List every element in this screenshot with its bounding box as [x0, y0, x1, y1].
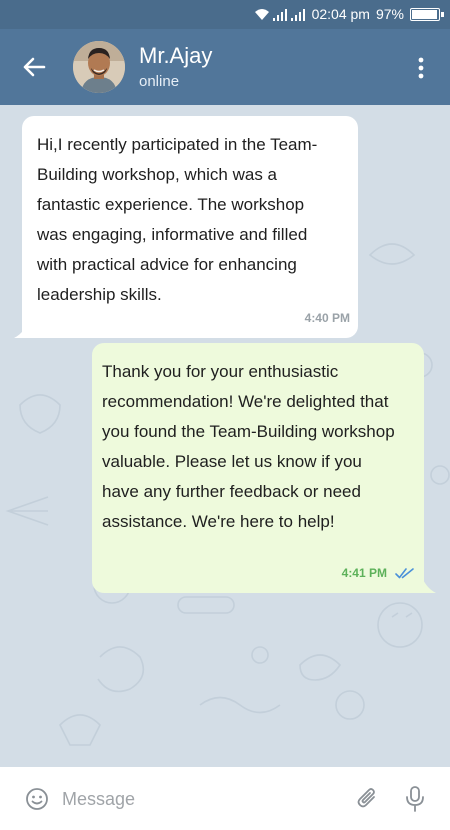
back-arrow-icon[interactable] — [20, 53, 48, 81]
attach-icon[interactable] — [354, 786, 380, 812]
contact-status: online — [139, 73, 180, 90]
emoji-icon[interactable] — [25, 787, 49, 811]
status-time: 02:04 pm — [311, 6, 370, 22]
message-line: have any further feedback or need — [102, 482, 361, 501]
incoming-message-bubble[interactable]: Hi,I recently participated in the Team- … — [22, 116, 358, 338]
message-time: 4:41 PM — [341, 566, 387, 580]
signal-icon — [290, 9, 305, 21]
message-line: Thank you for your enthusiastic — [102, 362, 339, 381]
message-composer — [0, 767, 450, 830]
wifi-icon — [254, 9, 269, 20]
outgoing-message-bubble[interactable]: Thank you for your enthusiastic recommen… — [92, 343, 424, 593]
double-check-icon — [395, 568, 414, 579]
battery-icon — [410, 7, 444, 21]
incoming-bubble-tail — [14, 316, 30, 338]
message-line: leadership skills. — [37, 285, 162, 304]
avatar[interactable] — [73, 41, 125, 93]
battery-level — [412, 9, 438, 19]
message-input[interactable] — [62, 787, 332, 811]
message-line: Building workshop, which was a — [37, 165, 278, 184]
message-line: assistance. We're here to help! — [102, 512, 335, 531]
message-line: fantastic experience. The workshop — [37, 195, 305, 214]
message-line: Hi,I recently participated in the Team- — [37, 135, 318, 154]
message-line: valuable. Please let us know if you — [102, 452, 362, 471]
message-line: with practical advice for enhancing — [37, 255, 297, 274]
connectivity-icons — [254, 7, 306, 21]
message-line: recommendation! We're delighted that — [102, 392, 389, 411]
signal-icon — [272, 9, 287, 21]
battery-percent: 97% — [375, 6, 404, 22]
status-bar: 02:04 pm 97% — [0, 0, 450, 29]
contact-name[interactable]: Mr.Ajay — [139, 43, 212, 69]
mic-icon[interactable] — [404, 785, 426, 813]
message-time: 4:40 PM — [304, 311, 350, 325]
message-line: you found the Team-Building workshop — [102, 422, 395, 441]
message-meta: 4:41 PM — [342, 558, 415, 588]
more-vert-icon[interactable] — [418, 57, 424, 79]
chat-area[interactable]: Hi,I recently participated in the Team- … — [0, 105, 450, 767]
avatar-photo — [73, 41, 125, 93]
message-line: was engaging, informative and filled — [37, 225, 308, 244]
outgoing-bubble-tail — [420, 571, 436, 593]
chat-header: Mr.Ajay online — [0, 29, 450, 105]
